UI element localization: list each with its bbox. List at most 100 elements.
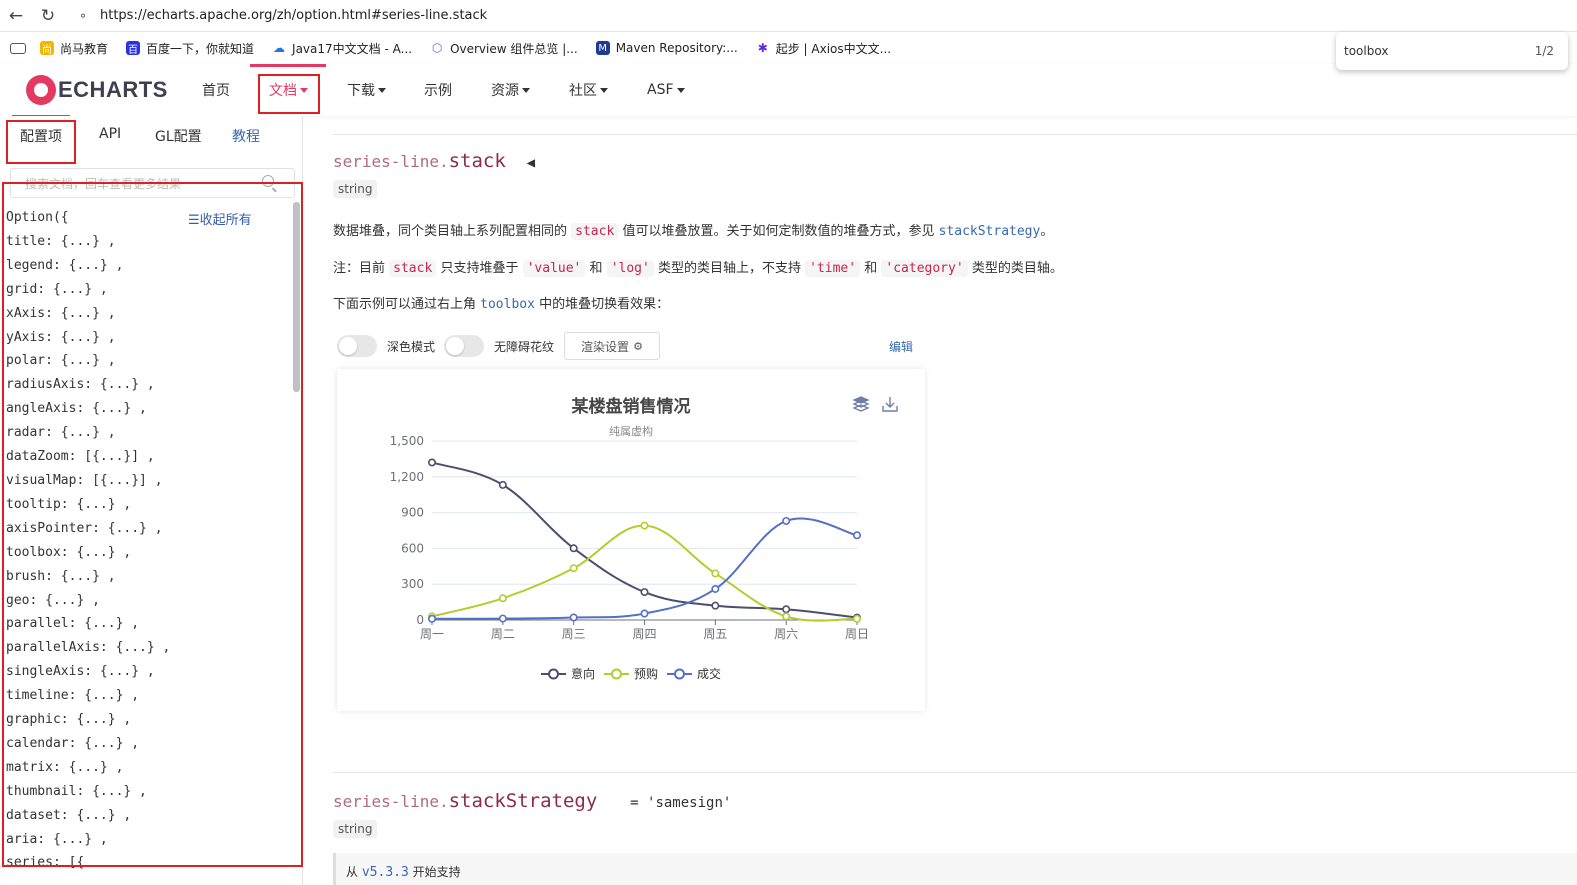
option-tree-item[interactable]: singleAxis: {...} , [6,660,170,684]
tab-api[interactable]: API [99,126,121,142]
dark-mode-toggle[interactable] [337,335,377,357]
option-tree-item[interactable]: xAxis: {...} , [6,302,170,326]
tab-search-icon[interactable] [10,42,26,54]
sidebar-scrollbar[interactable] [293,202,300,392]
bookmark-item[interactable]: M Maven Repository:... [595,41,738,55]
legend-label[interactable]: 预购 [634,666,658,681]
option-tree-item[interactable]: dataZoom: [{...}] , [6,445,170,469]
option-tree-item[interactable]: axisPointer: {...} , [6,517,170,541]
collapse-all-button[interactable]: ☰收起所有 [188,209,252,228]
x-tick-label: 周日 [845,627,869,641]
nav-home[interactable]: 首页 [202,64,230,116]
logo-text: ECHARTS [58,77,168,102]
stack-icon[interactable] [852,396,870,412]
search-icon[interactable] [262,175,274,187]
option-tree-item[interactable]: angleAxis: {...} , [6,397,170,421]
data-point[interactable] [498,480,507,489]
option-tree-item[interactable]: visualMap: [{...}] , [6,469,170,493]
option-tree-item[interactable]: series: [{ [6,851,170,875]
option-tree-root[interactable]: Option({ [6,206,170,230]
data-point[interactable] [569,544,578,553]
option-tree-item[interactable]: matrix: {...} , [6,756,170,780]
find-input[interactable]: toolbox [1344,44,1388,58]
triangle-left-icon[interactable]: ◀ [527,155,535,171]
data-point[interactable] [782,516,791,525]
reload-icon[interactable]: ↻ [32,0,64,32]
nav-examples[interactable]: 示例 [424,64,452,116]
legend-label[interactable]: 成交 [697,666,721,681]
render-settings-button[interactable]: 渲染设置 ⚙ [564,332,660,360]
nav-docs[interactable]: 文档 [269,64,308,116]
x-tick-label: 周二 [491,627,515,641]
download-icon[interactable] [882,397,898,412]
aria-pattern-toggle[interactable] [444,335,484,357]
option-tree-item[interactable]: tooltip: {...} , [6,493,170,517]
find-in-page-bar[interactable]: toolbox 1/2 [1336,32,1568,70]
option-tree-item[interactable]: thumbnail: {...} , [6,780,170,804]
x-tick-label: 周五 [703,627,727,641]
nav-asf[interactable]: ASF [647,64,685,116]
bookmark-item[interactable]: 百 百度一下，你就知道 [126,40,254,57]
option-tree-item[interactable]: parallelAxis: {...} , [6,636,170,660]
sidebar-search-input[interactable]: 搜索文档，回车查看更多结果 [10,168,295,198]
option-tree-item[interactable]: radiusAxis: {...} , [6,373,170,397]
option-tree-item[interactable]: timeline: {...} , [6,684,170,708]
legend-marker[interactable] [548,668,559,680]
echarts-logo[interactable]: ECHARTS [12,64,196,118]
data-point[interactable] [498,614,507,623]
url-field[interactable]: ⚬ https://echarts.apache.org/zh/option.h… [78,4,487,28]
option-tree-item[interactable]: dataset: {...} , [6,804,170,828]
legend-marker[interactable] [674,668,685,680]
option-tree-item[interactable]: calendar: {...} , [6,732,170,756]
type-badge: string [333,180,378,198]
option-tree-item[interactable]: aria: {...} , [6,828,170,852]
tab-options[interactable]: 配置项 [20,126,62,146]
tab-tutorial[interactable]: 教程 [232,126,260,146]
data-point[interactable] [782,612,791,621]
option-tree-item[interactable]: geo: {...} , [6,589,170,613]
data-point[interactable] [428,614,437,623]
data-point[interactable] [428,458,437,467]
bookmark-item[interactable]: ⬡ Overview 组件总览 |... [430,40,578,57]
tab-gl-options[interactable]: GL配置 [155,126,202,146]
data-point[interactable] [569,564,578,573]
data-point[interactable] [852,531,861,540]
option-tree-item[interactable]: radar: {...} , [6,421,170,445]
option-tree-item[interactable]: toolbox: {...} , [6,541,170,565]
data-point[interactable] [640,588,649,597]
nav-resources[interactable]: 资源 [491,64,530,116]
bookmark-item[interactable]: ☁ Java17中文文档 - A... [272,40,412,57]
option-tree-item[interactable]: parallel: {...} , [6,612,170,636]
option-tree-item[interactable]: graphic: {...} , [6,708,170,732]
legend-label[interactable]: 意向 [571,666,595,681]
data-point[interactable] [711,584,720,593]
active-nav-indicator [250,64,326,67]
option-tree-item[interactable]: brush: {...} , [6,565,170,589]
bookmark-item[interactable]: ✱ 起步 | Axios中文文... [755,40,891,57]
data-point[interactable] [711,569,720,578]
stack-strategy-link[interactable]: stackStrategy [939,224,1041,239]
nav-download[interactable]: 下载 [347,64,386,116]
back-icon[interactable]: ← [0,0,32,32]
site-info-icon[interactable]: ⚬ [78,9,100,23]
option-tree-item[interactable]: grid: {...} , [6,278,170,302]
data-point[interactable] [852,614,861,623]
option-tree-item[interactable]: yAxis: {...} , [6,326,170,350]
option-tree-item[interactable]: legend: {...} , [6,254,170,278]
data-point[interactable] [640,609,649,618]
edit-link[interactable]: 编辑 [889,338,913,355]
data-point[interactable] [498,594,507,603]
nav-community[interactable]: 社区 [569,64,608,116]
data-point[interactable] [640,521,649,530]
option-tree-item[interactable]: title: {...} , [6,230,170,254]
data-point[interactable] [782,605,791,614]
bookmark-item[interactable]: 尚 尚马教育 [40,40,108,57]
data-point[interactable] [711,601,720,610]
divider [333,134,1577,135]
line-chart: 某楼盘销售情况纯属虚构 0 300 600 900 1,200 1,500 周一 周二 周三 周四 周… [390,396,898,681]
data-point[interactable] [569,613,578,622]
toolbox-link[interactable]: toolbox [480,297,535,312]
option-tree-item[interactable]: polar: {...} , [6,349,170,373]
maven-icon: M [595,41,610,55]
legend-marker[interactable] [611,668,622,680]
